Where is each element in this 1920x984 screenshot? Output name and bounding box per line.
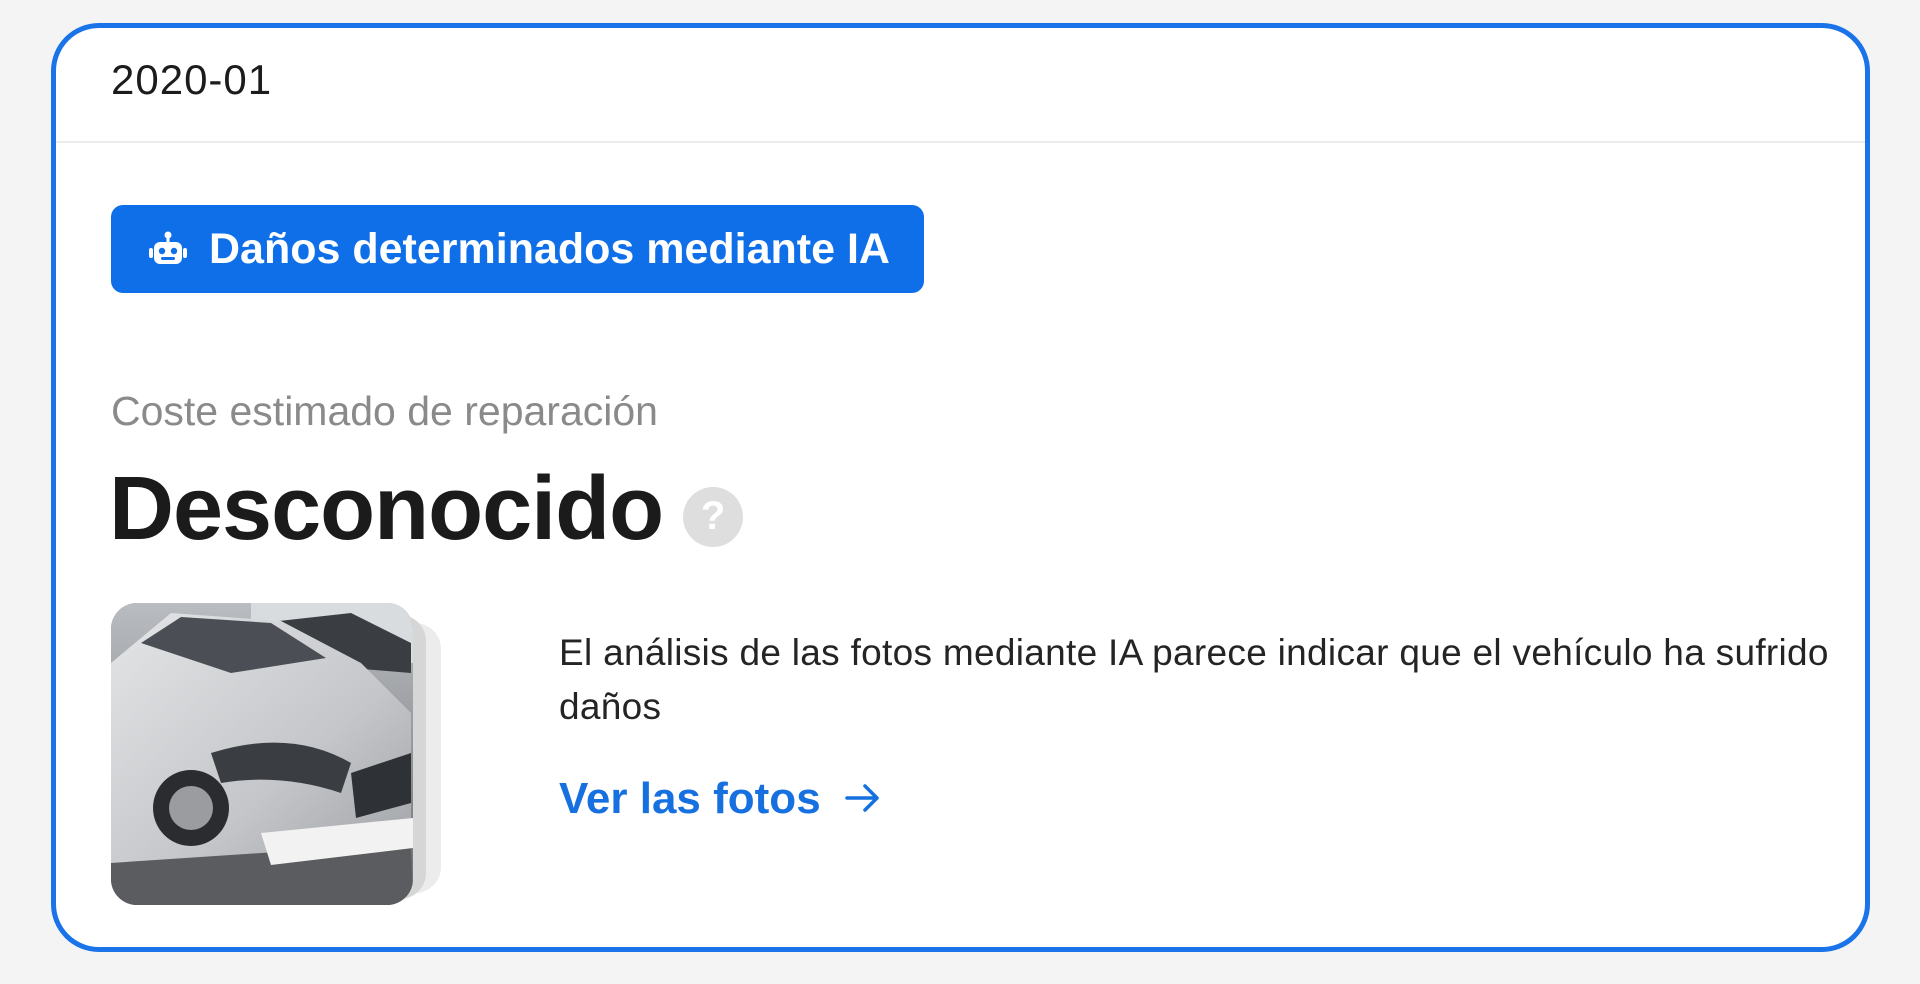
ai-damage-badge: Daños determinados mediante IA [111, 205, 924, 293]
date-label: 2020-01 [111, 55, 273, 103]
damage-card: 2020-01 Daños determinados mediante IA C… [51, 23, 1870, 952]
photo-stack[interactable] [111, 603, 461, 933]
view-photos-label: Ver las fotos [559, 774, 821, 823]
question-mark-icon[interactable]: ? [683, 486, 744, 547]
view-photos-link[interactable]: Ver las fotos [559, 774, 881, 824]
badge-label: Daños determinados mediante IA [209, 224, 890, 273]
info-block: El análisis de las fotos mediante IA par… [559, 626, 1859, 824]
cost-label: Coste estimado de reparación [111, 388, 658, 434]
cost-row: Desconocido ? [109, 458, 744, 561]
ai-analysis-description: El análisis de las fotos mediante IA par… [559, 632, 1829, 727]
car-photo-thumbnail[interactable] [111, 603, 413, 905]
card-header: 2020-01 [56, 28, 1865, 143]
cost-value: Desconocido [109, 459, 664, 559]
robot-icon [149, 230, 187, 268]
arrow-right-icon [844, 774, 881, 824]
